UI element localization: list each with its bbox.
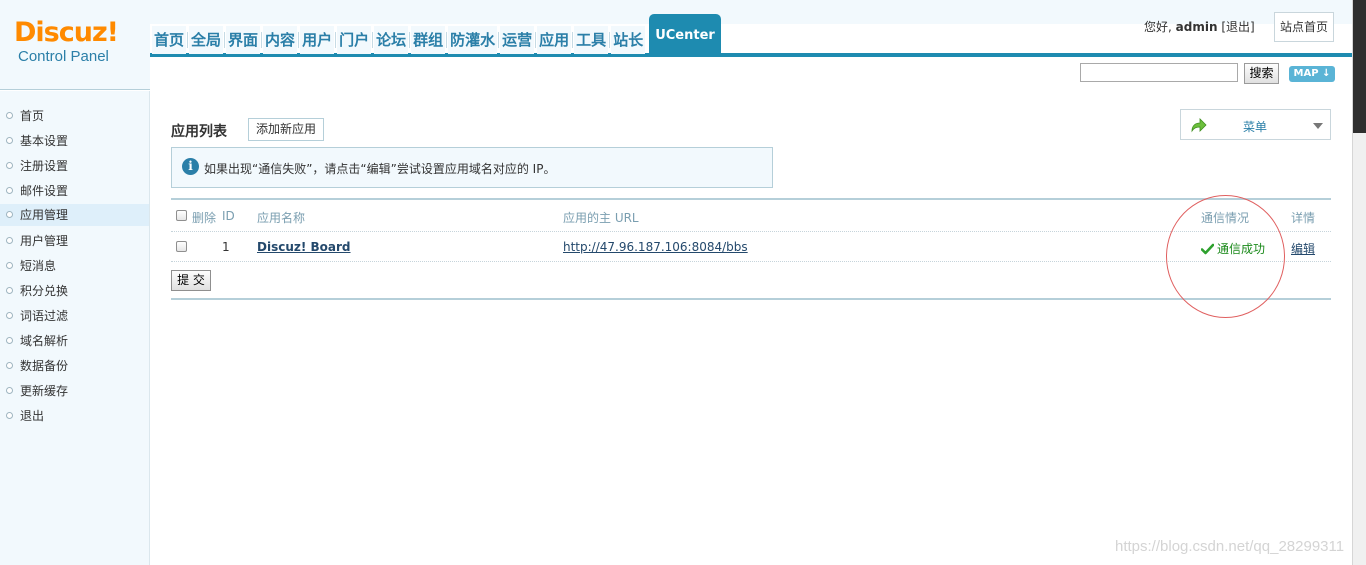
bullet-icon (6, 412, 13, 419)
nav-tools[interactable]: 工具 (574, 26, 609, 54)
app-name-link[interactable]: Discuz! Board (257, 240, 351, 254)
sidebar-item-logout[interactable]: 退出 (0, 405, 149, 427)
header: Discuz! Control Panel 首页 全局 界面 内容 用户 门户 … (0, 0, 1352, 90)
sidebar-item-label: 首页 (20, 109, 45, 123)
watermark: https://blog.csdn.net/qq_28299311 (1115, 538, 1345, 555)
bullet-icon (6, 312, 13, 319)
nav-group[interactable]: 群组 (411, 26, 446, 54)
sidebar-item-mail-settings[interactable]: 邮件设置 (0, 180, 149, 202)
greeting: 您好, (1144, 20, 1172, 34)
username: admin (1175, 20, 1218, 34)
sidebar-item-app-management[interactable]: 应用管理 (0, 204, 149, 226)
nav-home[interactable]: 首页 (152, 26, 187, 54)
nav-founder[interactable]: 站长 (611, 26, 646, 54)
edit-link[interactable]: 编辑 (1291, 240, 1315, 257)
top-nav: 首页 全局 界面 内容 用户 门户 论坛 群组 防灌水 运营 应用 工具 站长 … (152, 14, 721, 54)
row-delete-checkbox[interactable] (176, 241, 187, 252)
bullet-icon (6, 387, 13, 394)
sidebar-item-label: 应用管理 (20, 208, 69, 222)
nav-user[interactable]: 用户 (300, 26, 335, 54)
share-arrow-icon (1191, 118, 1207, 133)
nav-ucenter[interactable]: UCenter (649, 14, 721, 54)
app-url-link[interactable]: http://47.96.187.106:8084/bbs (563, 240, 748, 254)
sidebar-item-label: 基本设置 (20, 134, 69, 148)
bullet-icon (6, 262, 13, 269)
nav-plugin[interactable]: 应用 (537, 26, 572, 54)
sidebar-item-update-cache[interactable]: 更新缓存 (0, 380, 149, 402)
notice-box: i 如果出现“通信失败”，请点击“编辑”尝试设置应用域名对应的 IP。 (171, 147, 773, 188)
bullet-icon (6, 187, 13, 194)
search-input[interactable] (1080, 63, 1238, 82)
menu-dropdown[interactable]: 菜单 (1180, 109, 1331, 140)
submit-button[interactable]: 提 交 (171, 270, 211, 291)
logo-brand: Discuz! (14, 17, 119, 48)
bullet-icon (6, 337, 13, 344)
logo[interactable]: Discuz! Control Panel (14, 18, 144, 74)
info-icon: i (182, 158, 199, 175)
nav-safe[interactable]: 防灌水 (448, 26, 498, 54)
search-button[interactable]: 搜索 (1244, 63, 1279, 84)
main-content: 应用列表 添加新应用 i 如果出现“通信失败”，请点击“编辑”尝试设置应用域名对… (151, 91, 1352, 565)
user-bar: 您好, admin [退出] (1144, 18, 1255, 35)
sidebar-item-label: 短消息 (20, 259, 57, 273)
header-detail: 详情 (1291, 211, 1316, 225)
sidebar-item-label: 用户管理 (20, 234, 69, 248)
bullet-icon (6, 162, 13, 169)
bullet-icon (6, 362, 13, 369)
sidebar-item-label: 数据备份 (20, 359, 69, 373)
add-app-button[interactable]: 添加新应用 (248, 118, 324, 141)
sidebar-item-label: 邮件设置 (20, 184, 69, 198)
annotation-circle (1166, 195, 1285, 318)
logo-subtitle: Control Panel (18, 48, 109, 65)
sidebar-item-home[interactable]: 首页 (0, 105, 149, 127)
sidebar-item-word-filter[interactable]: 词语过滤 (0, 305, 149, 327)
sidebar-item-label: 词语过滤 (20, 309, 69, 323)
row-id: 1 (222, 240, 230, 254)
arrow-down-icon: ↓ (1322, 68, 1331, 79)
sidebar-item-domain-resolve[interactable]: 域名解析 (0, 330, 149, 352)
menu-label: 菜单 (1243, 120, 1268, 134)
chevron-down-icon (1313, 123, 1323, 129)
bullet-icon (6, 287, 13, 294)
page-title: 应用列表 (171, 124, 227, 140)
logout-link[interactable]: [退出] (1221, 20, 1254, 34)
header-url: 应用的主 URL (563, 211, 639, 225)
sidebar-item-user-management[interactable]: 用户管理 (0, 230, 149, 252)
sidebar-item-register-settings[interactable]: 注册设置 (0, 155, 149, 177)
sidebar-item-data-backup[interactable]: 数据备份 (0, 355, 149, 377)
bullet-icon (6, 112, 13, 119)
header-name: 应用名称 (257, 211, 306, 225)
sidebar: 首页 基本设置 注册设置 邮件设置 应用管理 用户管理 短消息 积分兑换 词语过… (0, 91, 150, 565)
map-button[interactable]: MAP ↓ (1289, 66, 1335, 82)
select-all-checkbox[interactable] (176, 210, 187, 221)
bullet-icon (6, 237, 13, 244)
sidebar-item-label: 积分兑换 (20, 284, 69, 298)
sidebar-item-label: 注册设置 (20, 159, 69, 173)
nav-forum[interactable]: 论坛 (374, 26, 409, 54)
map-button-label: MAP (1293, 68, 1319, 79)
bullet-icon (6, 137, 13, 144)
sidebar-item-basic-settings[interactable]: 基本设置 (0, 130, 149, 152)
header-id: ID (222, 209, 235, 223)
nav-global[interactable]: 全局 (189, 26, 224, 54)
sidebar-item-label: 退出 (20, 409, 45, 423)
site-home-button[interactable]: 站点首页 (1274, 12, 1334, 42)
sidebar-item-label: 更新缓存 (20, 384, 69, 398)
header-delete: 删除 (192, 211, 217, 225)
sidebar-item-messages[interactable]: 短消息 (0, 255, 149, 277)
notice-text: 如果出现“通信失败”，请点击“编辑”尝试设置应用域名对应的 IP。 (204, 162, 556, 176)
nav-operation[interactable]: 运营 (500, 26, 535, 54)
sidebar-item-label: 域名解析 (20, 334, 69, 348)
nav-content[interactable]: 内容 (263, 26, 298, 54)
sidebar-item-credit-exchange[interactable]: 积分兑换 (0, 280, 149, 302)
bullet-icon (6, 211, 13, 218)
nav-portal[interactable]: 门户 (337, 26, 372, 54)
window-edge (1352, 0, 1366, 565)
nav-style[interactable]: 界面 (226, 26, 261, 54)
